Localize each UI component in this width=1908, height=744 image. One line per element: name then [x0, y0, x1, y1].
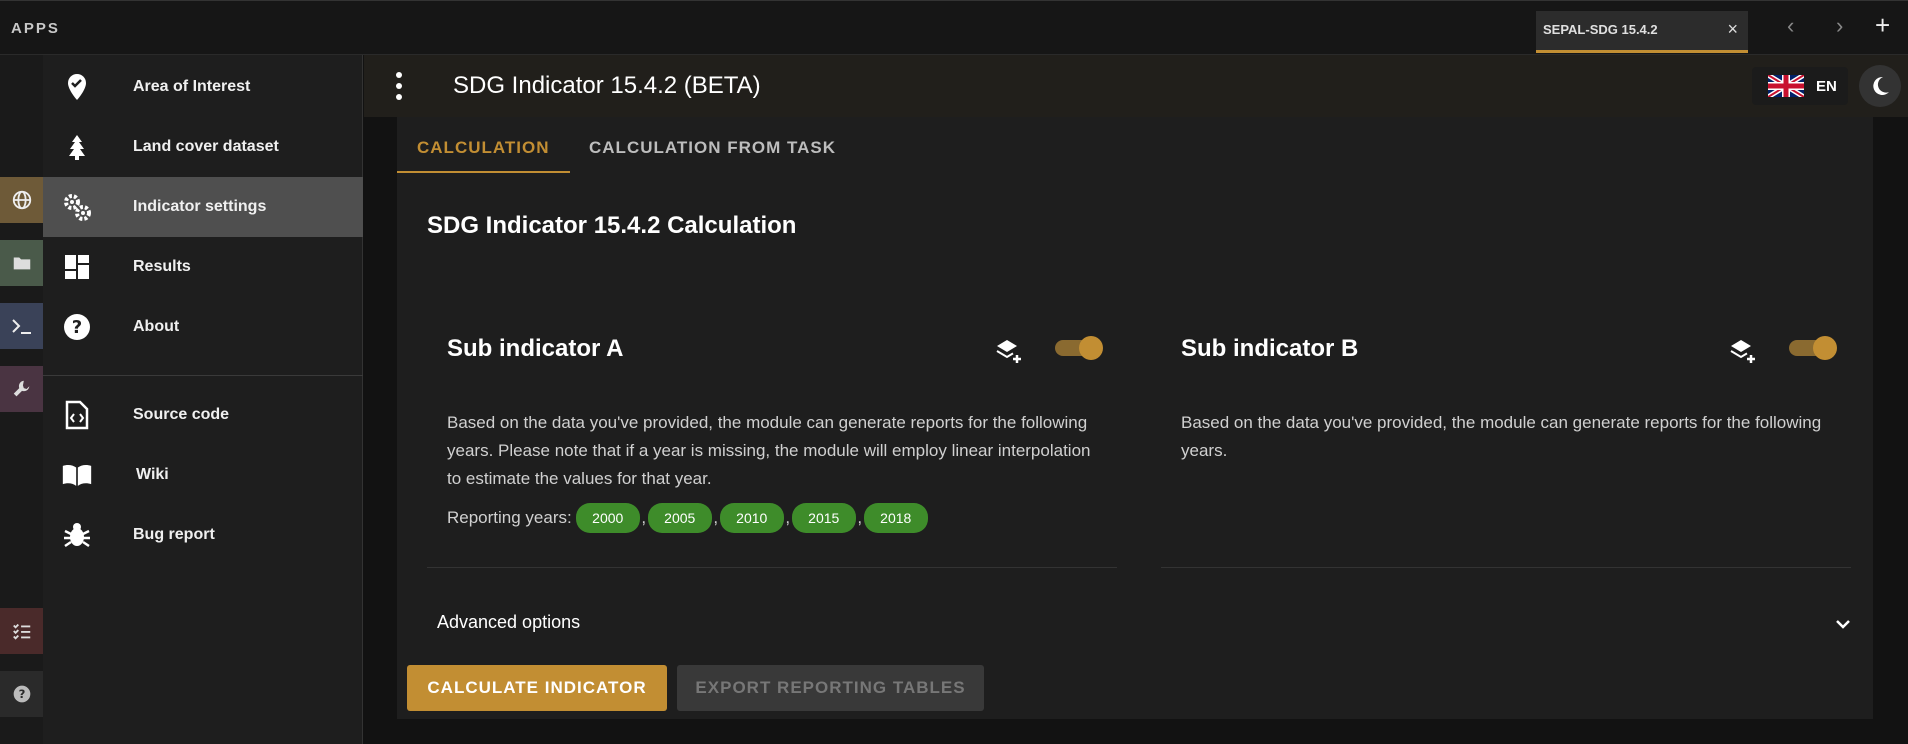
year-separator: , [785, 508, 791, 527]
terminal-icon[interactable] [0, 303, 43, 349]
drawer-item-label: Wiki [136, 466, 169, 483]
close-icon[interactable]: × [1727, 19, 1738, 40]
drawer-item-label: Land cover dataset [133, 138, 279, 155]
drawer-item-results[interactable]: Results [43, 237, 363, 297]
checklist-icon[interactable] [0, 608, 43, 654]
uk-flag-icon [1768, 75, 1804, 97]
sub-divider [427, 567, 1117, 568]
add-tab-icon[interactable]: + [1875, 10, 1890, 41]
app-tab-sepal-sdg[interactable]: SEPAL-SDG 15.4.2 × [1536, 11, 1748, 53]
toggle-knob [1079, 336, 1103, 360]
sub-indicator-title: Sub indicator B [1181, 335, 1359, 362]
toggle-knob [1813, 336, 1837, 360]
year-separator: , [857, 508, 863, 527]
more-vert-icon[interactable] [392, 70, 406, 102]
year-chip: 2010 [719, 503, 784, 533]
folder-icon[interactable] [0, 240, 43, 286]
drawer-item-label: About [133, 318, 180, 335]
apps-label: APPS [11, 20, 60, 37]
navigation-drawer: Area of Interest Land cover dataset Indi… [43, 55, 363, 744]
language-label: EN [1816, 77, 1837, 95]
drawer-item-area-of-interest[interactable]: Area of Interest [43, 57, 363, 117]
drawer-item-label: Results [133, 258, 191, 275]
icon-rail: ? [0, 55, 43, 744]
pine-tree-icon [62, 132, 92, 162]
help-circle-icon: ? [62, 312, 92, 342]
reporting-years-row: Reporting years: 2000 , 2005 , 2010 , 20… [447, 503, 928, 533]
back-arrow-icon[interactable]: ‹ [1787, 13, 1794, 39]
drawer-item-source-code[interactable]: Source code [43, 385, 363, 445]
drawer-item-label: Indicator settings [133, 198, 267, 215]
wrench-icon[interactable] [0, 366, 43, 412]
app-header: SDG Indicator 15.4.2 (BETA) EN [364, 55, 1908, 117]
advanced-options-panel[interactable]: Advanced options [397, 597, 1873, 651]
drawer-item-label: Source code [133, 406, 230, 423]
cogs-icon [62, 192, 92, 222]
main-content: CALCULATION CALCULATION FROM TASK SDG In… [364, 117, 1908, 744]
map-marker-check-icon [62, 72, 92, 102]
chevron-down-icon[interactable] [1832, 613, 1854, 635]
drawer-item-bug-report[interactable]: Bug report [43, 505, 363, 565]
year-separator: , [713, 508, 719, 527]
year-chip: 2015 [791, 503, 856, 533]
app-tab-label: SEPAL-SDG 15.4.2 [1543, 22, 1658, 37]
sub-indicator-description: Based on the data you've provided, the m… [447, 413, 1091, 488]
language-selector[interactable]: EN [1752, 67, 1848, 105]
drawer-item-about[interactable]: ? About [43, 297, 363, 357]
moon-icon [1873, 76, 1889, 95]
drawer-item-label: Bug report [133, 526, 215, 543]
top-bar: APPS SEPAL-SDG 15.4.2 × ‹ › + [0, 0, 1908, 55]
reporting-years-label: Reporting years: [447, 508, 572, 527]
drawer-divider [43, 375, 363, 376]
book-open-icon [62, 460, 92, 490]
sub-indicator-b: Sub indicator B Based on the data you've… [1161, 117, 1851, 568]
page-title: SDG Indicator 15.4.2 (BETA) [453, 72, 761, 99]
advanced-options-label: Advanced options [437, 612, 581, 632]
layer-plus-icon[interactable] [995, 337, 1025, 367]
export-reporting-tables-button[interactable]: EXPORT REPORTING TABLES [677, 665, 984, 711]
svg-text:?: ? [72, 317, 82, 338]
sub-indicator-a-toggle[interactable] [1055, 336, 1103, 360]
drawer-item-indicator-settings[interactable]: Indicator settings [43, 177, 363, 237]
dashboard-icon [62, 252, 92, 282]
drawer-item-wiki[interactable]: Wiki [43, 445, 363, 505]
globe-icon[interactable] [0, 177, 43, 223]
drawer-item-land-cover[interactable]: Land cover dataset [43, 117, 363, 177]
year-chip: 2018 [863, 503, 928, 533]
help-icon[interactable]: ? [0, 671, 43, 717]
svg-text:?: ? [18, 687, 25, 701]
sub-indicator-a: Sub indicator A Based on the data you've… [427, 117, 1117, 568]
year-chip: 2005 [647, 503, 712, 533]
sub-indicator-description: Based on the data you've provided, the m… [1181, 413, 1822, 460]
theme-toggle-button[interactable] [1859, 65, 1901, 107]
drawer-item-label: Area of Interest [133, 78, 251, 95]
sub-indicator-title: Sub indicator A [447, 335, 624, 362]
sub-indicator-b-toggle[interactable] [1789, 336, 1837, 360]
forward-arrow-icon[interactable]: › [1836, 13, 1843, 39]
file-code-icon [62, 400, 92, 430]
calculation-card: CALCULATION CALCULATION FROM TASK SDG In… [397, 117, 1873, 719]
sub-divider [1161, 567, 1851, 568]
year-separator: , [641, 508, 647, 527]
layer-plus-icon[interactable] [1729, 337, 1759, 367]
year-chip: 2000 [575, 503, 640, 533]
calculate-indicator-button[interactable]: CALCULATE INDICATOR [407, 665, 667, 711]
bug-icon [62, 520, 92, 550]
